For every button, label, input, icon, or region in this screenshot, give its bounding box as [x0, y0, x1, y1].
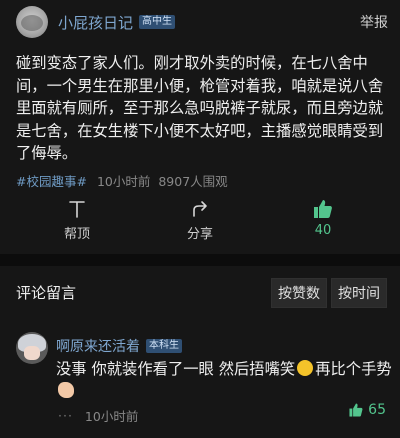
comment-time: 10小时前	[84, 409, 139, 424]
author-badge: 高中生	[139, 15, 176, 29]
author-name[interactable]: 小屁孩日记	[58, 12, 133, 33]
action-bar: 帮顶 分享 40	[0, 197, 400, 245]
like-button[interactable]: 40	[288, 197, 358, 238]
top-button[interactable]: 帮顶	[42, 197, 112, 242]
sort-by-likes-button[interactable]: 按赞数	[271, 278, 327, 308]
post-time: 10小时前	[96, 174, 151, 189]
view-count: 8907人围观	[158, 174, 228, 189]
sort-by-time-button[interactable]: 按时间	[331, 278, 387, 308]
comments-title: 评论留言	[16, 284, 77, 302]
commenter-badge: 本科生	[146, 339, 182, 353]
like-count: 40	[314, 223, 332, 238]
topic-tag[interactable]: #校园趣事#	[16, 171, 87, 190]
share-button[interactable]: 分享	[165, 197, 235, 242]
commenter-name[interactable]: 啊原来还活着	[56, 336, 140, 356]
share-icon	[190, 197, 210, 221]
comment-like-button[interactable]: 65	[348, 402, 386, 418]
hand-gesture-emoji-icon	[58, 382, 74, 398]
post-meta: #校园趣事# 10小时前 8907人围观	[16, 171, 228, 190]
post-card: 小屁孩日记 高中生 举报 碰到变态了家人们。刚才取外卖的时候，在七八舍中间，一个…	[0, 0, 400, 254]
commenter-avatar[interactable]	[16, 332, 48, 364]
comment-item: 啊原来还活着 本科生 没事 你就装作看了一眼 然后捂嘴笑 再比个手势 ··· 10…	[0, 330, 400, 438]
report-button[interactable]: 举报	[360, 12, 388, 32]
top-label: 帮顶	[63, 227, 90, 242]
comment-meta: ··· 10小时前	[58, 406, 138, 425]
sort-toggle: 按赞数 按时间	[267, 278, 387, 308]
comment-text: 没事 你就装作看了一眼 然后捂嘴笑 再比个手势	[56, 358, 392, 402]
post-content: 碰到变态了家人们。刚才取外卖的时候，在七八舍中间，一个男生在那里小便，枪管对着我…	[16, 54, 384, 162]
more-options-icon[interactable]: ···	[58, 408, 73, 423]
comment-thumbs-up-icon	[349, 403, 363, 417]
top-icon	[67, 197, 87, 221]
thumbs-up-icon	[312, 197, 334, 221]
author-avatar[interactable]	[16, 6, 48, 38]
commenter-name-row: 啊原来还活着 本科生	[56, 336, 182, 356]
comment-text-part2: 再比个手势	[315, 360, 392, 378]
comment-text-part1: 没事 你就装作看了一眼 然后捂嘴笑	[56, 360, 296, 378]
post-header: 小屁孩日记 高中生 举报	[16, 6, 388, 38]
smile-emoji-icon	[297, 360, 314, 376]
section-divider	[0, 254, 400, 266]
share-label: 分享	[186, 227, 213, 242]
comment-like-count: 65	[368, 402, 386, 418]
